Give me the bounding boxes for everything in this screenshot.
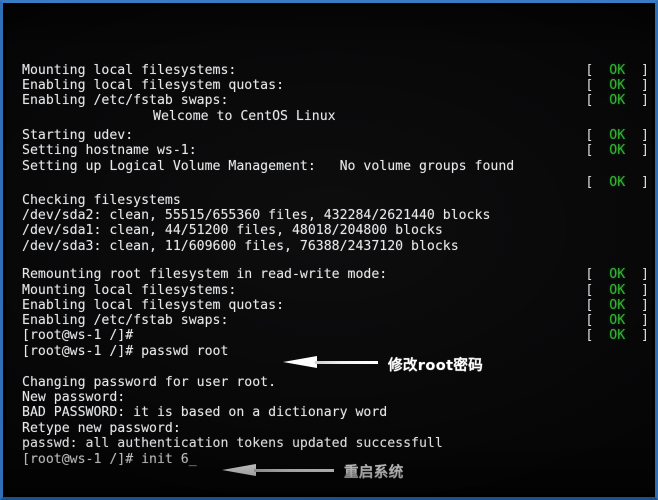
terminal-line: Changing password for user root. [6, 375, 652, 390]
terminal-line-text: [root@ws-1 /]# init 6_ [22, 452, 197, 467]
status-close-bracket: ] [641, 283, 649, 298]
annotation-label-reboot-system: 重启系统 [344, 465, 404, 481]
terminal-line-text: Checking filesystems [22, 193, 181, 208]
status-ok-label: OK [609, 175, 626, 190]
terminal-line: Welcome to CentOS Linux [6, 109, 652, 124]
terminal-line: /dev/sda2: clean, 55515/655360 files, 43… [6, 208, 652, 223]
status-ok-label: OK [609, 328, 626, 343]
terminal-line-text: /dev/sda3: clean, 11/609600 files, 76388… [22, 239, 459, 254]
status-close-bracket: ] [641, 63, 649, 78]
status-open-bracket: [ [585, 143, 594, 158]
status-ok-label: OK [609, 93, 626, 108]
terminal-line: Checking filesystems [6, 193, 652, 208]
status-badge: [ OK ] [585, 63, 649, 78]
status-open-bracket: [ [585, 78, 594, 93]
terminal-line: Setting hostname ws-1: [ OK ] [6, 143, 652, 158]
terminal-line-text: BAD PASSWORD: it is based on a dictionar… [22, 405, 388, 420]
terminal-line-text: passwd: all authentication tokens update… [22, 436, 443, 451]
arrow-head-icon [283, 356, 317, 368]
terminal-line-text: Welcome to CentOS Linux [153, 109, 336, 124]
terminal-line: New password: [6, 390, 652, 405]
terminal-line: Starting udev: [ OK ] [6, 128, 652, 143]
annotation-label-passwd-root: 修改root密码 [388, 358, 484, 374]
status-ok-label: OK [609, 283, 626, 298]
annotation-arrow-icon [283, 356, 378, 368]
status-close-bracket: ] [641, 313, 649, 328]
status-open-bracket: [ [585, 267, 594, 282]
terminal-line: Mounting local filesystems: [ OK ] [6, 63, 652, 78]
arrow-shaft [315, 360, 378, 364]
status-close-bracket: ] [641, 328, 649, 343]
terminal-line: Retype new password: [6, 421, 652, 436]
status-badge: [ OK ] [585, 143, 649, 158]
status-close-bracket: ] [641, 78, 649, 93]
terminal-line-text: /dev/sda1: clean, 44/51200 files, 48018/… [22, 223, 443, 238]
terminal-line: Enabling local filesystem quotas: [ OK ] [6, 298, 652, 313]
console-surface[interactable]: Mounting local filesystems:[ OK ] Enablin… [6, 6, 652, 494]
terminal-line-text: New password: [22, 390, 126, 405]
terminal-line: Mounting local filesystems: [ OK ] [6, 283, 652, 298]
terminal-line-text: [root@ws-1 /]# passwd root [22, 344, 229, 359]
status-ok-label: OK [609, 298, 626, 313]
status-open-bracket: [ [585, 63, 594, 78]
status-badge: [ OK ] [585, 93, 649, 108]
status-badge: [ OK ] [585, 298, 649, 313]
terminal-line-text: Mounting local filesystems: [22, 63, 237, 78]
terminal-line: [ OK ] [6, 175, 652, 190]
terminal-line-text: Enabling local filesystem quotas: [22, 78, 285, 93]
status-close-bracket: ] [641, 128, 649, 143]
terminal-line-text: Setting up Logical Volume Management: No… [22, 159, 515, 174]
status-badge: [ OK ] [585, 128, 649, 143]
status-open-bracket: [ [585, 93, 594, 108]
annotation-arrow-icon [222, 464, 334, 476]
status-badge: [ OK ] [585, 267, 649, 282]
terminal-line-text: Starting udev: [22, 128, 134, 143]
terminal-line-text: [root@ws-1 /]# [22, 328, 134, 343]
status-close-bracket: ] [641, 143, 649, 158]
terminal-line-text: /dev/sda2: clean, 55515/655360 files, 43… [22, 208, 491, 223]
status-open-bracket: [ [585, 128, 594, 143]
status-badge: [ OK ] [585, 78, 649, 93]
terminal-window: Mounting local filesystems:[ OK ] Enablin… [0, 0, 658, 500]
status-open-bracket: [ [585, 283, 594, 298]
arrow-shaft [254, 468, 334, 472]
terminal-line: BAD PASSWORD: it is based on a dictionar… [6, 405, 652, 420]
arrow-head-icon [222, 464, 256, 476]
terminal-line: /dev/sda1: clean, 44/51200 files, 48018/… [6, 223, 652, 238]
status-ok-label: OK [609, 78, 626, 93]
status-badge: [ OK ] [585, 175, 649, 190]
terminal-line-text: Mounting local filesystems: [22, 283, 237, 298]
status-ok-label: OK [609, 313, 626, 328]
status-close-bracket: ] [641, 175, 649, 190]
status-open-bracket: [ [585, 313, 594, 328]
terminal-line: Enabling local filesystem quotas: [ OK ] [6, 78, 652, 93]
status-close-bracket: ] [641, 298, 649, 313]
terminal-line: Enabling /etc/fstab swaps: [ OK ] [6, 93, 652, 108]
status-close-bracket: ] [641, 93, 649, 108]
terminal-line: Remounting root filesystem in read-write… [6, 267, 652, 282]
status-ok-label: OK [609, 267, 626, 282]
status-badge: [ OK ] [585, 313, 649, 328]
terminal-line-text: Changing password for user root. [22, 375, 277, 390]
terminal-line-text: Enabling /etc/fstab swaps: [22, 313, 229, 328]
status-close-bracket: ] [641, 267, 649, 282]
terminal-line-text: Remounting root filesystem in read-write… [22, 267, 388, 282]
status-ok-label: OK [609, 63, 626, 78]
terminal-line: passwd: all authentication tokens update… [6, 436, 652, 451]
status-open-bracket: [ [585, 175, 594, 190]
terminal-line: Setting up Logical Volume Management: No… [6, 159, 652, 174]
terminal-line-text: Enabling /etc/fstab swaps: [22, 93, 229, 108]
terminal-line: Enabling /etc/fstab swaps: [ OK ] [6, 313, 652, 328]
terminal-line: /dev/sda3: clean, 11/609600 files, 76388… [6, 239, 652, 254]
terminal-line-text: Enabling local filesystem quotas: [22, 298, 285, 313]
status-open-bracket: [ [585, 298, 594, 313]
status-badge: [ OK ] [585, 283, 649, 298]
status-ok-label: OK [609, 128, 626, 143]
terminal-line-text: Retype new password: [22, 421, 181, 436]
terminal-line-text: Setting hostname ws-1: [22, 143, 197, 158]
terminal-line: [root@ws-1 /]# [ OK ] [6, 328, 652, 343]
status-open-bracket: [ [585, 328, 594, 343]
status-ok-label: OK [609, 143, 626, 158]
status-badge: [ OK ] [585, 328, 649, 343]
